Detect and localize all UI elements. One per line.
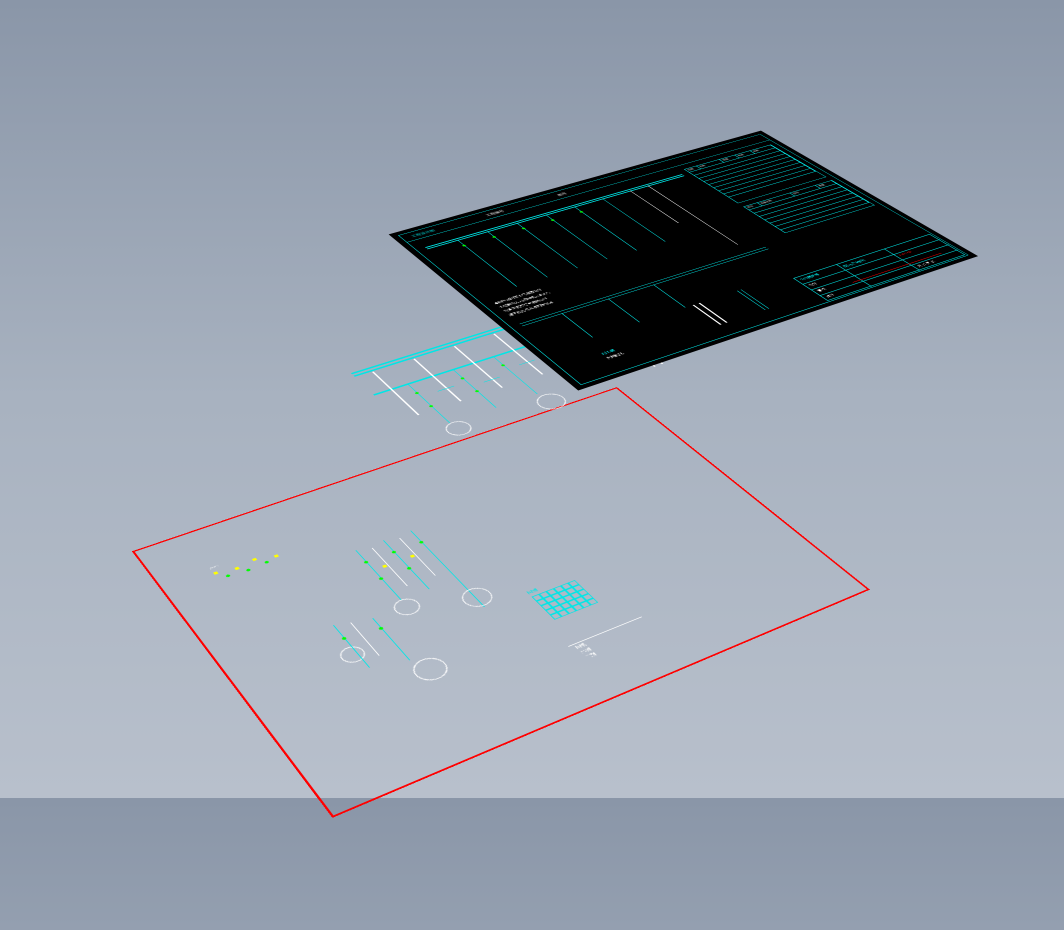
fnode-6 [419, 541, 425, 544]
fnode-1 [225, 574, 231, 578]
legend-grid [531, 580, 598, 620]
mid-divider-1 [519, 247, 766, 324]
f-white-3 [350, 622, 380, 655]
title-block: 设计院名称 配电系统图 设计 审核 批准 E-01-02 共 张 第 张 [793, 234, 965, 301]
panel-line-2 [741, 289, 770, 308]
tb-drawn-label: 设计 [807, 282, 818, 287]
ymark-4 [274, 554, 280, 557]
f-white-1 [372, 548, 408, 586]
main-bus-2 [427, 175, 685, 249]
header-divider [406, 140, 770, 243]
mid-cyan-3 [492, 356, 537, 394]
ymark-3 [252, 558, 258, 562]
grid-cell [586, 598, 598, 605]
grid-cell [582, 593, 594, 600]
feeder-4 [545, 215, 607, 260]
lower-feeder-3 [653, 285, 686, 308]
mid-circle-1 [441, 419, 476, 438]
f-white-2 [399, 538, 436, 576]
ymark-5 [382, 565, 388, 569]
ymark-2 [234, 567, 240, 571]
f-stem-2 [383, 540, 430, 589]
lower-feeder-1 [562, 313, 594, 337]
tb-checked-label: 审核 [816, 287, 827, 292]
panel-label-1: 配电箱 [600, 349, 616, 356]
legend-label: 图例 [526, 588, 539, 595]
f-tb-line [568, 616, 642, 646]
mid-circle-2 [531, 391, 571, 412]
ymark-1 [213, 571, 219, 575]
tb-approved-label: 批准 [825, 293, 836, 298]
ymark-6 [410, 554, 416, 557]
mid-cyan-2 [452, 369, 497, 408]
lower-feeder-2 [608, 299, 640, 323]
fnode-10 [378, 626, 384, 630]
f-circle-2 [456, 584, 497, 610]
f-circle-1 [389, 596, 424, 618]
fnode-2 [246, 568, 252, 572]
f-tb-date: 日期 [584, 652, 598, 660]
tb-row-3 [820, 250, 958, 296]
f-circle-3 [407, 654, 453, 685]
f-stem-5 [372, 618, 410, 661]
f-label-1: AP1 [209, 564, 221, 570]
grid-cell [545, 608, 557, 616]
tb-company: 设计院名称 [799, 273, 821, 281]
feeder-6 [602, 198, 666, 241]
f-stem-1 [355, 550, 401, 600]
sheet-border-top [398, 134, 760, 235]
mid-divider-2 [522, 249, 769, 327]
cad-viewport[interactable]: 工程设计图 工程编号 图号 回路 [0, 0, 1064, 798]
isometric-scene: 工程设计图 工程编号 图号 回路 [0, 194, 1064, 930]
panel-line-1 [737, 291, 766, 310]
feeder-5 [574, 206, 637, 250]
white-riser-1 [630, 191, 679, 224]
fnode-3 [264, 560, 270, 564]
